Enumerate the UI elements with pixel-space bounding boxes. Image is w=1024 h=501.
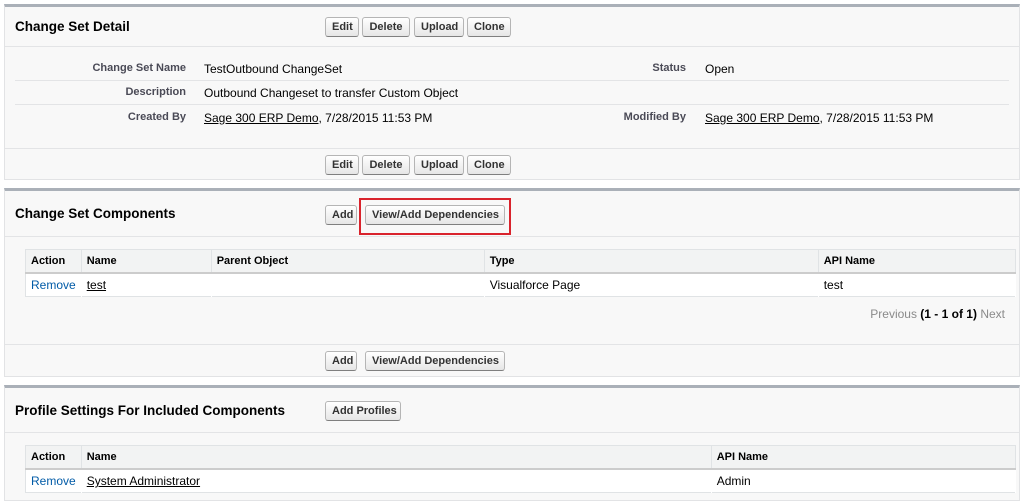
highlight-box <box>359 198 511 235</box>
type-cell: Visualforce Page <box>484 273 819 297</box>
profile-settings-title: Profile Settings For Included Components <box>15 403 286 418</box>
add-component-button[interactable]: Add <box>325 205 357 225</box>
divider <box>15 80 1009 81</box>
components-table: Action Name Parent Object Type API Name … <box>25 249 1017 297</box>
column-header-type: Type <box>484 249 819 274</box>
remove-link[interactable]: Remove <box>31 474 76 488</box>
modified-by-value: Sage 300 ERP Demo, 7/28/2015 11:53 PM <box>705 111 933 125</box>
table-header-row: Action Name Parent Object Type API Name <box>25 249 1017 274</box>
status-value: Open <box>705 62 735 76</box>
profile-settings-panel: Profile Settings For Included Components… <box>4 385 1020 501</box>
modified-by-label: Modified By <box>623 111 686 123</box>
divider <box>5 432 1019 433</box>
delete-button-bottom[interactable]: Delete <box>362 155 410 175</box>
table-header-row: Action Name API Name <box>25 445 1017 470</box>
edit-button[interactable]: Edit <box>325 17 359 37</box>
api-name-cell: test <box>818 273 1017 297</box>
change-set-detail-panel: Change Set Detail Edit Delete Upload Clo… <box>4 4 1020 180</box>
divider <box>5 46 1019 47</box>
modified-by-user-link[interactable]: Sage 300 ERP Demo <box>705 111 820 125</box>
profiles-table: Action Name API Name Remove System Admin… <box>25 445 1017 493</box>
delete-button[interactable]: Delete <box>362 17 410 37</box>
description-label: Description <box>125 86 186 98</box>
description-value: Outbound Changeset to transfer Custom Ob… <box>204 86 459 100</box>
profile-name-link[interactable]: System Administrator <box>87 474 200 488</box>
column-header-action: Action <box>25 249 82 274</box>
previous-link[interactable]: Previous <box>870 307 917 321</box>
divider <box>5 148 1019 149</box>
divider <box>5 236 1019 237</box>
divider <box>5 344 1019 345</box>
table-row: Remove System Administrator Admin <box>25 469 1017 493</box>
divider <box>15 104 1009 105</box>
upload-button[interactable]: Upload <box>414 17 464 37</box>
table-row: Remove test Visualforce Page test <box>25 273 1017 297</box>
add-profiles-button[interactable]: Add Profiles <box>325 401 401 421</box>
api-name-cell: Admin <box>711 469 1017 493</box>
status-label: Status <box>652 62 686 74</box>
change-set-name-value: TestOutbound ChangeSet <box>204 62 343 76</box>
created-by-value: Sage 300 ERP Demo, 7/28/2015 11:53 PM <box>204 111 432 125</box>
created-by-user-link[interactable]: Sage 300 ERP Demo <box>204 111 319 125</box>
change-set-detail-title: Change Set Detail <box>15 19 130 34</box>
column-header-action: Action <box>25 445 82 470</box>
modified-date: , 7/28/2015 11:53 PM <box>819 111 934 125</box>
pagination: Previous (1 - 1 of 1) Next <box>870 307 1005 321</box>
clone-button[interactable]: Clone <box>467 17 511 37</box>
add-component-button-bottom[interactable]: Add <box>325 351 357 371</box>
column-header-parent-object: Parent Object <box>211 249 485 274</box>
column-header-name: Name <box>81 445 712 470</box>
change-set-components-panel: Change Set Components Add View/Add Depen… <box>4 188 1020 377</box>
page-range: (1 - 1 of 1) <box>920 307 977 321</box>
change-set-components-title: Change Set Components <box>15 206 176 221</box>
clone-button-bottom[interactable]: Clone <box>467 155 511 175</box>
remove-link[interactable]: Remove <box>31 278 76 292</box>
view-add-dependencies-button-bottom[interactable]: View/Add Dependencies <box>365 351 505 371</box>
component-name-link[interactable]: test <box>87 278 106 292</box>
column-header-name: Name <box>81 249 212 274</box>
created-date: , 7/28/2015 11:53 PM <box>318 111 433 125</box>
column-header-api-name: API Name <box>711 445 1017 470</box>
parent-object-cell <box>211 273 485 297</box>
edit-button-bottom[interactable]: Edit <box>325 155 359 175</box>
created-by-label: Created By <box>127 111 186 123</box>
column-header-api-name: API Name <box>818 249 1017 274</box>
upload-button-bottom[interactable]: Upload <box>414 155 464 175</box>
change-set-name-label: Change Set Name <box>92 62 186 74</box>
next-link[interactable]: Next <box>980 307 1005 321</box>
